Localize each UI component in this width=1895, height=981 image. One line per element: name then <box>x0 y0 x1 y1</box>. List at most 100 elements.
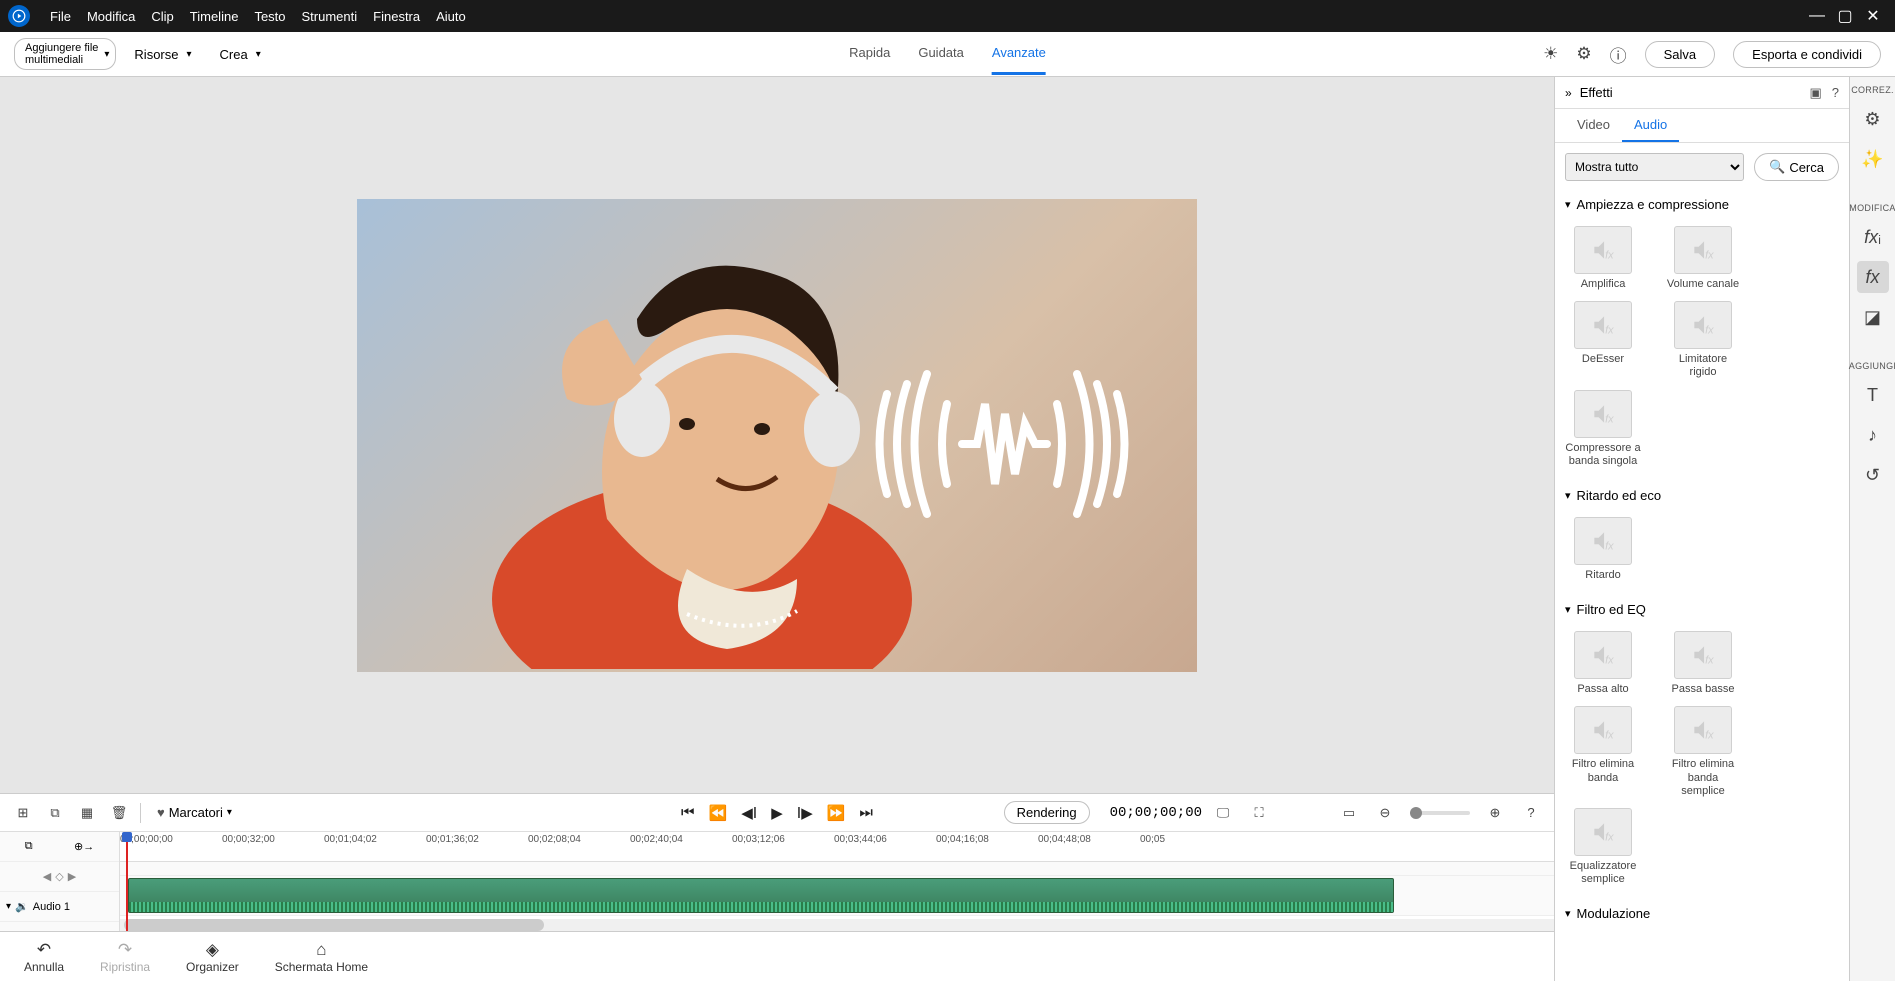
audio-clip[interactable] <box>128 878 1394 913</box>
menu-clip[interactable]: Clip <box>143 9 181 24</box>
fx-item-label: Volume canale <box>1667 278 1739 291</box>
copy-icon[interactable]: ⧉ <box>44 805 66 821</box>
fx-filter-select[interactable]: Mostra tutto <box>1565 153 1744 181</box>
fx-item-label: DeEsser <box>1582 353 1624 366</box>
magnet-icon[interactable]: ⊕→ <box>74 840 94 853</box>
fullscreen-icon[interactable]: ⛶ <box>1248 805 1270 821</box>
create-dropdown[interactable]: Crea▾ <box>220 47 261 62</box>
fx-item[interactable]: fxLimitatore rigido <box>1665 301 1741 379</box>
snap-icon[interactable]: ⧉ <box>25 840 33 853</box>
grid-icon[interactable]: ▦ <box>76 805 98 821</box>
zoom-slider[interactable] <box>1410 811 1470 815</box>
resources-dropdown[interactable]: Risorse▾ <box>134 47 191 62</box>
fx-tab-audio[interactable]: Audio <box>1622 109 1679 142</box>
step-fwd-icon[interactable]: Ⅰ▶ <box>797 804 813 822</box>
zoom-out-icon[interactable]: ⊖ <box>1374 805 1396 821</box>
menu-aiuto[interactable]: Aiuto <box>428 9 474 24</box>
fx-search-button[interactable]: 🔍Cerca <box>1754 153 1839 181</box>
organizer-button[interactable]: ◈Organizer <box>186 940 239 974</box>
rail-color-icon[interactable]: ◪ <box>1857 301 1889 333</box>
rail-wand-icon[interactable]: ✨ <box>1857 143 1889 175</box>
window-close-icon[interactable]: ✕ <box>1859 6 1887 26</box>
rewind-icon[interactable]: ⏪ <box>709 804 728 822</box>
fx-category-header[interactable]: ▾Modulazione <box>1555 900 1849 927</box>
menu-file[interactable]: File <box>42 9 79 24</box>
fx-category-header[interactable]: ▾Ampiezza e compressione <box>1555 191 1849 218</box>
save-button[interactable]: Salva <box>1645 41 1716 68</box>
svg-text:fx: fx <box>1605 325 1614 337</box>
tab-rapida[interactable]: Rapida <box>849 33 890 75</box>
fx-item[interactable]: fxFiltro elimina banda <box>1565 706 1641 798</box>
rail-adjust-icon[interactable]: ⚙ <box>1857 103 1889 135</box>
markers-dropdown[interactable]: ♥ Marcatori ▾ <box>151 805 238 820</box>
fx-tab-video[interactable]: Video <box>1565 109 1622 142</box>
help-icon[interactable]: ? <box>1520 805 1542 820</box>
collapse-panel-icon[interactable]: » <box>1565 86 1572 100</box>
fast-fwd-icon[interactable]: ⏩ <box>827 804 846 822</box>
ruler-tick: 00;04;16;08 <box>936 834 989 845</box>
panel-pin-icon[interactable]: ▣ <box>1809 85 1821 101</box>
zoom-in-icon[interactable]: ⊕ <box>1484 805 1506 821</box>
fx-item[interactable]: fxPassa basse <box>1665 631 1741 696</box>
menu-strumenti[interactable]: Strumenti <box>294 9 366 24</box>
track-prev-icon[interactable]: ◀ <box>43 870 51 883</box>
fx-category-header[interactable]: ▾Ritardo ed eco <box>1555 482 1849 509</box>
rail-text-icon[interactable]: T <box>1857 379 1889 411</box>
rail-fx-icon[interactable]: fx <box>1857 261 1889 293</box>
speaker-icon[interactable]: 🔉 <box>15 900 29 913</box>
goto-start-icon[interactable]: ⏮ <box>681 804 695 822</box>
audio-track-row[interactable]: ✂ <box>120 876 1554 916</box>
window-minimize-icon[interactable]: — <box>1803 7 1831 25</box>
fx-item[interactable]: fxEqualizzatore semplice <box>1565 808 1641 886</box>
goto-end-icon[interactable]: ⏭ <box>859 804 873 822</box>
fx-item[interactable]: fxRitardo <box>1565 517 1641 582</box>
step-back-icon[interactable]: ◀Ⅰ <box>741 804 757 822</box>
tab-guidata[interactable]: Guidata <box>918 33 964 75</box>
panel-help-icon[interactable]: ? <box>1832 85 1839 100</box>
undo-button[interactable]: ↶Annulla <box>24 940 64 974</box>
export-button[interactable]: Esporta e condividi <box>1733 41 1881 68</box>
track-next-icon[interactable]: ▶ <box>68 870 76 883</box>
menu-finestra[interactable]: Finestra <box>365 9 428 24</box>
monitor-icon[interactable]: 🖵 <box>1212 805 1234 821</box>
redo-button[interactable]: ↷Ripristina <box>100 940 150 974</box>
fx-item[interactable]: fxPassa alto <box>1565 631 1641 696</box>
safe-zone-icon[interactable]: ▭ <box>1338 805 1360 821</box>
window-maximize-icon[interactable]: ▢ <box>1831 6 1859 26</box>
audio-track-header[interactable]: ▾ 🔉 Audio 1 <box>0 892 119 922</box>
add-media-dropdown[interactable]: Aggiungere file multimediali ▾ <box>14 38 116 70</box>
home-button[interactable]: ⌂Schermata Home <box>275 940 368 974</box>
fx-item[interactable]: fx DeEsser <box>1565 301 1641 379</box>
fx-item[interactable]: fxVolume canale <box>1665 226 1741 291</box>
fx-item[interactable]: fxFiltro elimina banda semplice <box>1665 706 1741 798</box>
fx-item[interactable]: fxCompressore a banda singola <box>1565 390 1641 468</box>
timeline-body[interactable]: 00;00;00;0000;00;32;0000;01;04;0200;01;3… <box>120 832 1554 931</box>
trash-icon[interactable]: 🗑 <box>108 805 130 821</box>
gear-icon[interactable]: ⚙ <box>1576 44 1591 64</box>
menu-testo[interactable]: Testo <box>246 9 293 24</box>
chevron-down-icon: ▾ <box>227 807 232 818</box>
rail-music-icon[interactable]: ♪ <box>1857 419 1889 451</box>
info-icon[interactable]: ⓘ <box>1610 42 1627 67</box>
rail-fx-preset-icon[interactable]: fxᵢ <box>1857 221 1889 253</box>
menubar: File Modifica Clip Timeline Testo Strume… <box>0 0 1895 32</box>
timeline-ruler[interactable]: 00;00;00;0000;00;32;0000;01;04;0200;01;3… <box>120 832 1554 862</box>
ruler-tick: 00;01;36;02 <box>426 834 479 845</box>
playhead[interactable] <box>126 832 128 931</box>
timecode-display[interactable]: 00;00;00;00 <box>1110 805 1202 821</box>
menu-modifica[interactable]: Modifica <box>79 9 143 24</box>
brightness-icon[interactable]: ☀ <box>1543 44 1558 64</box>
timeline-scrollbar[interactable] <box>120 919 1554 931</box>
fx-item[interactable]: fxAmplifica <box>1565 226 1641 291</box>
rail-graphics-icon[interactable]: ↺ <box>1857 459 1889 491</box>
chevron-down-icon: ▾ <box>1565 198 1571 211</box>
menu-timeline[interactable]: Timeline <box>182 9 247 24</box>
fx-item-label: Ritardo <box>1585 569 1620 582</box>
video-preview[interactable] <box>357 199 1197 672</box>
svg-text:fx: fx <box>1605 832 1614 844</box>
play-icon[interactable]: ▶ <box>771 804 783 822</box>
fx-category-header[interactable]: ▾Filtro ed EQ <box>1555 596 1849 623</box>
render-button[interactable]: Rendering <box>1004 801 1090 824</box>
tools-icon[interactable]: ⊞ <box>12 805 34 821</box>
tab-avanzate[interactable]: Avanzate <box>992 33 1046 75</box>
